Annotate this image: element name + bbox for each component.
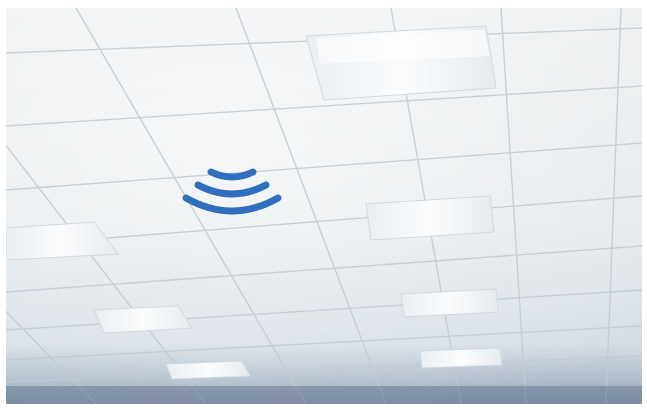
- wall-band: [6, 386, 642, 404]
- light-panel: [165, 360, 251, 380]
- light-panel: [93, 305, 193, 334]
- light-panel: [400, 288, 499, 318]
- light-panel: [365, 195, 495, 241]
- ceiling-photo: [6, 8, 642, 404]
- light-panel: [419, 347, 503, 369]
- image-frame: [0, 0, 647, 410]
